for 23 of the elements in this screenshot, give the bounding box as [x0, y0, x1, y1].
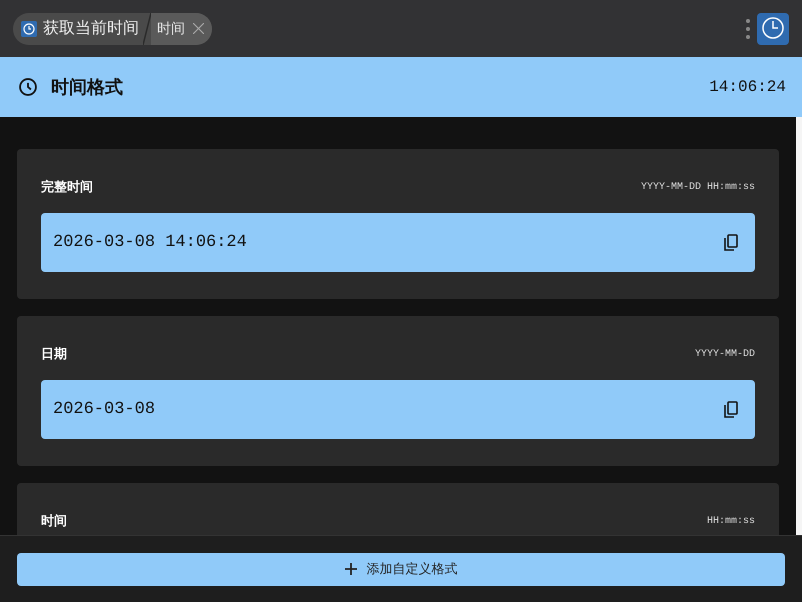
close-icon[interactable]	[193, 23, 204, 34]
breadcrumb-separator	[143, 12, 151, 44]
format-name: 完整时间	[41, 178, 93, 196]
value-field: 2026-03-08 14:06:24	[41, 213, 755, 272]
page-title: 时间格式	[51, 76, 123, 98]
clock-icon	[21, 20, 37, 36]
breadcrumb-item[interactable]: 时间	[151, 12, 212, 44]
breadcrumb-item[interactable]: 获取当前时间	[13, 12, 143, 44]
add-format-button[interactable]: 添加自定义格式	[17, 552, 785, 586]
copy-icon[interactable]	[724, 401, 738, 418]
format-pattern: HH:mm:ss	[706, 514, 755, 528]
plus-icon	[344, 563, 356, 575]
more-icon[interactable]	[746, 18, 750, 38]
format-pattern: YYYY-MM-DD HH:mm:ss	[640, 180, 755, 194]
format-pattern: YYYY-MM-DD	[694, 348, 755, 362]
current-time: 14:06:24	[709, 77, 786, 98]
value-field: 2026-03-08	[41, 380, 755, 439]
scrollbar[interactable]	[796, 117, 802, 535]
clock-icon	[18, 77, 38, 97]
format-name: 日期	[41, 345, 67, 364]
copy-icon[interactable]	[724, 234, 738, 251]
format-name: 时间	[41, 512, 67, 530]
clock-icon[interactable]	[757, 12, 789, 44]
